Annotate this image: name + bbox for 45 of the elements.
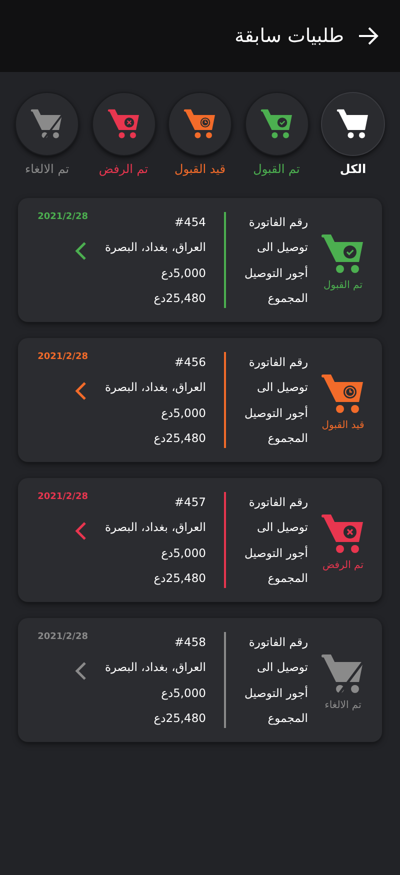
field-label: المجموع [266,290,308,307]
field-value: 25,480دع [152,710,206,727]
field-value: #456 [173,354,206,371]
field-label: توصيل الى [256,239,308,256]
field-label: أجور التوصيل [243,264,308,282]
field-label: أجور التوصيل [243,404,308,422]
chevron-button[interactable] [74,240,88,262]
field-label: توصيل الى [256,379,308,396]
field-label: أجور التوصيل [243,544,308,562]
field-value: 25,480دع [152,290,206,307]
field-value: #458 [173,634,206,651]
field-value: العراق، بغداد، البصرة [104,659,206,676]
order-date: 2021/2/28 [38,352,88,362]
field-label: رقم الفاتورة [248,494,308,511]
field-value: العراق، بغداد، البصرة [104,239,206,256]
field-label: المجموع [266,710,308,727]
field-value: 5,000دع [160,404,206,422]
order-status: تم الالغاء [324,700,362,710]
field-label: المجموع [266,430,308,447]
field-label: توصيل الى [256,519,308,536]
chevron-button[interactable] [74,520,88,542]
field-value: 5,000دع [160,684,206,702]
order-status: تم القبول [324,280,362,290]
field-label: المجموع [266,570,308,587]
field-value: 25,480دع [152,570,206,587]
field-value: العراق، بغداد، البصرة [104,379,206,396]
field-label: أجور التوصيل [243,684,308,702]
field-value: العراق، بغداد، البصرة [104,519,206,536]
order-date: 2021/2/28 [38,632,88,642]
field-label: رقم الفاتورة [248,214,308,231]
order-status: تم الرفض [322,560,364,570]
field-value: 25,480دع [152,430,206,447]
field-value: #457 [173,494,206,511]
order-date: 2021/2/28 [38,492,88,502]
field-value: 5,000دع [160,264,206,282]
field-label: توصيل الى [256,659,308,676]
page-title: طلبيات سابقة [234,25,344,47]
order-date: 2021/2/28 [38,212,88,222]
chevron-button[interactable] [74,660,88,682]
field-value: #454 [173,214,206,231]
field-value: 5,000دع [160,544,206,562]
order-status: قيد القبول [322,420,364,430]
field-label: رقم الفاتورة [248,634,308,651]
chevron-button[interactable] [74,380,88,402]
field-label: رقم الفاتورة [248,354,308,371]
